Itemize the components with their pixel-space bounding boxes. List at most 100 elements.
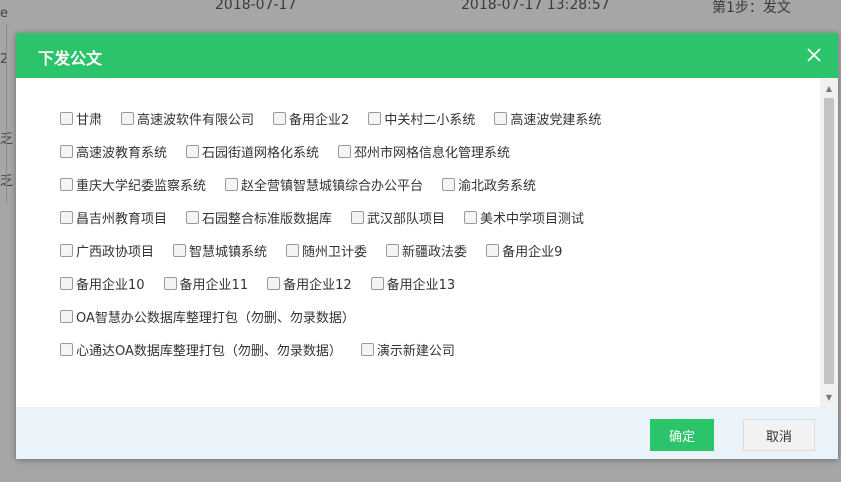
scroll-down-arrow-icon[interactable]: ▼ xyxy=(820,389,838,405)
background-datetime: 2018-07-17 13:28:57 xyxy=(461,0,610,13)
company-option-label: 心通达OA数据库整理打包（勿删、勿录数据） xyxy=(76,344,342,359)
company-option-label: 备用企业2 xyxy=(289,113,350,128)
company-option[interactable]: 中关村二小系统 xyxy=(368,109,475,128)
company-checkbox[interactable] xyxy=(370,277,384,290)
company-option-label: 新疆政法委 xyxy=(402,245,468,260)
company-checkbox[interactable] xyxy=(60,277,73,290)
company-checkbox[interactable] xyxy=(60,211,73,224)
company-checkbox[interactable] xyxy=(121,112,135,125)
company-option-label: 美术中学项目测试 xyxy=(480,212,585,227)
scroll-up-arrow-icon[interactable]: ▲ xyxy=(820,80,838,96)
option-row: 备用企业10 备用企业11 备用企业12 备用企业13 xyxy=(60,267,800,300)
option-row: 昌吉州教育项目 石园整合标准版数据库 武汉部队项目 美术中学项目测试 xyxy=(60,201,800,234)
company-option[interactable]: 甘肃 xyxy=(60,109,102,128)
company-option[interactable]: 备用企业12 xyxy=(267,274,352,293)
company-option[interactable]: 重庆大学纪委监察系统 xyxy=(60,175,206,194)
company-checkbox[interactable] xyxy=(163,277,177,290)
company-option[interactable]: 心通达OA数据库整理打包（勿删、勿录数据） xyxy=(60,340,342,359)
company-checkbox[interactable] xyxy=(286,244,300,257)
option-row: 心通达OA数据库整理打包（勿删、勿录数据） 演示新建公司 xyxy=(60,333,800,366)
company-option-label: 备用企业12 xyxy=(283,278,352,293)
company-checkbox[interactable] xyxy=(368,112,382,125)
vertical-scrollbar[interactable]: ▲ ▼ xyxy=(820,78,838,407)
company-option-label: 高速波软件有限公司 xyxy=(137,113,255,128)
company-option[interactable]: 广西政协项目 xyxy=(60,241,154,260)
background-divider xyxy=(6,24,7,204)
company-option-label: 甘肃 xyxy=(76,113,103,128)
company-checkbox[interactable] xyxy=(60,112,73,125)
option-row: 高速波教育系统 石园街道网格化系统 邳州市网格信息化管理系统 xyxy=(60,135,800,168)
company-option[interactable]: 备用企业11 xyxy=(163,274,249,293)
close-icon xyxy=(807,48,821,62)
company-option-label: 演示新建公司 xyxy=(376,344,455,359)
company-option[interactable]: 武汉部队项目 xyxy=(351,208,445,227)
company-checkbox[interactable] xyxy=(186,145,200,158)
company-option-label: 中关村二小系统 xyxy=(384,113,476,128)
company-checkbox[interactable] xyxy=(60,145,73,158)
company-checkbox[interactable] xyxy=(173,244,187,257)
company-checkbox[interactable] xyxy=(494,112,508,125)
background-step: 第1步：发文 xyxy=(712,0,791,16)
company-checkbox[interactable] xyxy=(273,112,287,125)
company-list-panel: 甘肃 高速波软件有限公司 备用企业2 中关村二小系统 高速波党建系统高速波教育系统 石园街… xyxy=(16,78,838,407)
company-option[interactable]: 备用企业13 xyxy=(370,274,455,293)
company-checkbox[interactable] xyxy=(60,343,73,356)
company-option[interactable]: 昌吉州教育项目 xyxy=(60,208,167,227)
company-option-label: OA智慧办公数据库整理打包（勿删、勿录数据） xyxy=(76,311,355,326)
company-checkbox[interactable] xyxy=(464,211,478,224)
company-checkbox[interactable] xyxy=(386,244,400,257)
company-checkbox[interactable] xyxy=(60,244,73,257)
company-option-label: 广西政协项目 xyxy=(76,245,155,260)
company-option[interactable]: 演示新建公司 xyxy=(360,340,455,359)
company-option-list: 甘肃 高速波软件有限公司 备用企业2 中关村二小系统 高速波党建系统高速波教育系统 石园街… xyxy=(16,78,800,366)
dispatch-document-dialog: 下发公文 甘肃 高速波软件有限公司 备用企业2 中关村二小系统 高速波党建系统高速波教育… xyxy=(16,33,838,459)
company-option-label: 赵全营镇智慧城镇综合办公平台 xyxy=(241,179,424,194)
company-checkbox[interactable] xyxy=(351,211,365,224)
company-option[interactable]: 随州卫计委 xyxy=(286,241,367,260)
company-checkbox[interactable] xyxy=(225,178,239,191)
company-option-label: 昌吉州教育项目 xyxy=(76,212,168,227)
company-checkbox[interactable] xyxy=(486,244,500,257)
company-option[interactable]: 石园整合标准版数据库 xyxy=(186,208,332,227)
company-option[interactable]: 高速波软件有限公司 xyxy=(121,109,254,128)
company-option[interactable]: 渝北政务系统 xyxy=(442,175,536,194)
company-option[interactable]: 新疆政法委 xyxy=(386,241,467,260)
company-option-label: 石园整合标准版数据库 xyxy=(202,212,333,227)
company-option[interactable]: 邳州市网格信息化管理系统 xyxy=(338,142,510,161)
background-table-row: 2018-07-17 2018-07-17 13:28:57 第1步：发文 xyxy=(0,0,841,24)
option-row: 重庆大学纪委监察系统 赵全营镇智慧城镇综合办公平台 渝北政务系统 xyxy=(60,168,800,201)
company-option[interactable]: 高速波教育系统 xyxy=(60,142,167,161)
background-edge-char: e xyxy=(0,6,8,21)
close-button[interactable] xyxy=(800,41,828,69)
company-checkbox[interactable] xyxy=(442,178,456,191)
company-option[interactable]: 美术中学项目测试 xyxy=(464,208,584,227)
company-option[interactable]: OA智慧办公数据库整理打包（勿删、勿录数据） xyxy=(60,307,355,326)
company-option-label: 备用企业11 xyxy=(179,278,249,293)
company-option[interactable]: 备用企业9 xyxy=(486,241,562,260)
background-edge-char: 2 xyxy=(0,52,9,67)
company-option[interactable]: 备用企业2 xyxy=(273,109,349,128)
dialog-title: 下发公文 xyxy=(38,49,103,68)
company-option[interactable]: 智慧城镇系统 xyxy=(173,241,267,260)
company-option[interactable]: 高速波党建系统 xyxy=(494,109,601,128)
company-checkbox[interactable] xyxy=(338,145,352,158)
company-option[interactable]: 赵全营镇智慧城镇综合办公平台 xyxy=(225,175,423,194)
company-checkbox[interactable] xyxy=(60,310,73,323)
confirm-button[interactable]: 确定 xyxy=(650,419,714,451)
option-row: OA智慧办公数据库整理打包（勿删、勿录数据） xyxy=(60,300,800,333)
company-option[interactable]: 备用企业10 xyxy=(60,274,145,293)
option-row: 广西政协项目 智慧城镇系统 随州卫计委 新疆政法委 备用企业9 xyxy=(60,234,800,267)
scroll-thumb[interactable] xyxy=(824,98,834,384)
dialog-header: 下发公文 xyxy=(16,33,838,78)
company-checkbox[interactable] xyxy=(186,211,200,224)
company-option[interactable]: 石园街道网格化系统 xyxy=(186,142,319,161)
cancel-button[interactable]: 取消 xyxy=(743,419,815,451)
company-checkbox[interactable] xyxy=(60,178,73,191)
company-option-label: 渝北政务系统 xyxy=(458,179,537,194)
company-checkbox[interactable] xyxy=(360,343,374,356)
company-option-label: 石园街道网格化系统 xyxy=(202,146,320,161)
background-date: 2018-07-17 xyxy=(215,0,297,13)
company-option-label: 高速波党建系统 xyxy=(510,113,602,128)
option-row: 甘肃 高速波软件有限公司 备用企业2 中关村二小系统 高速波党建系统 xyxy=(60,102,800,135)
company-checkbox[interactable] xyxy=(267,277,281,290)
